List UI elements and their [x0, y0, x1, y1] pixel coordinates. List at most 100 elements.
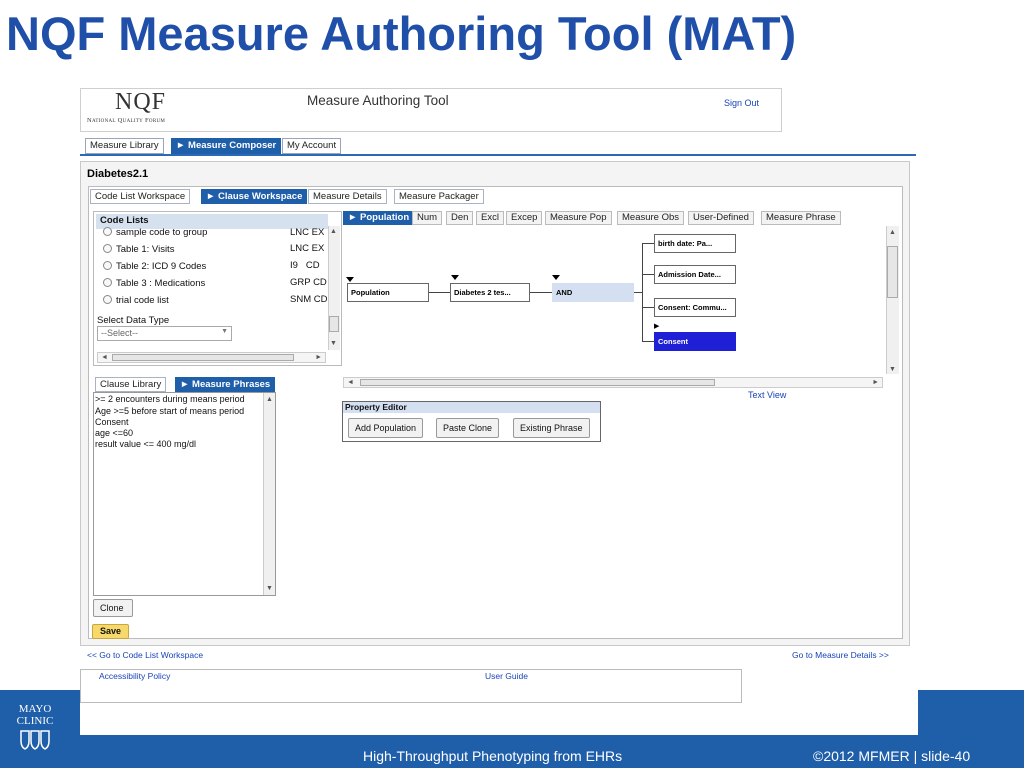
- code-list-code: SNM CD: [290, 294, 328, 305]
- code-category: CD: [313, 294, 328, 305]
- code-list-item[interactable]: Table 2: ICD 9 Codes: [103, 261, 206, 272]
- mayo-clinic-logo: MAYO CLINIC: [6, 703, 64, 754]
- phrases-scrollbar[interactable]: [263, 393, 275, 595]
- expand-toggle-icon[interactable]: [552, 275, 560, 280]
- accessibility-policy-link[interactable]: Accessibility Policy: [99, 671, 170, 681]
- tree-node-consent-selected[interactable]: Consent: [654, 332, 736, 351]
- code-system: SNM: [290, 294, 312, 305]
- property-editor-title: Property Editor: [343, 402, 600, 413]
- nav-divider: [80, 154, 916, 156]
- tab-measure-packager[interactable]: Measure Packager: [394, 189, 484, 204]
- tree-node-consent-commu[interactable]: Consent: Commu...: [654, 298, 736, 317]
- tab-measure-composer[interactable]: ► Measure Composer: [171, 138, 282, 154]
- code-list-code: LNC EX: [290, 243, 324, 254]
- scroll-right-icon[interactable]: ►: [872, 379, 879, 387]
- scroll-right-icon[interactable]: ►: [315, 354, 322, 362]
- tab-measure-phrases[interactable]: ► Measure Phrases: [175, 377, 276, 392]
- tab-excep[interactable]: Excep: [506, 211, 543, 225]
- expand-toggle-icon[interactable]: [346, 277, 354, 282]
- tab-population[interactable]: ► Population: [343, 211, 415, 225]
- scroll-up-icon[interactable]: ▲: [889, 229, 896, 237]
- scroll-down-icon[interactable]: ▼: [266, 585, 273, 593]
- scroll-left-icon[interactable]: ◄: [101, 354, 108, 362]
- tree-node-and[interactable]: AND: [552, 283, 634, 302]
- tab-num[interactable]: Num: [412, 211, 443, 225]
- tab-my-account[interactable]: My Account: [282, 138, 342, 154]
- tree-node-birth-date[interactable]: birth date: Pa...: [654, 234, 736, 253]
- measure-phrases-list: >= 2 encounters during means period Age …: [93, 392, 276, 596]
- clone-button[interactable]: Clone: [93, 599, 133, 617]
- sign-out-link[interactable]: Sign Out: [724, 98, 759, 108]
- scroll-thumb[interactable]: [112, 354, 294, 361]
- tab-measure-library[interactable]: Measure Library: [85, 138, 164, 154]
- phrase-item[interactable]: result value <= 400 mg/dl: [95, 439, 196, 450]
- nqf-logo-subtitle: National Quality Forum: [87, 117, 166, 124]
- code-category: CD: [313, 277, 327, 288]
- tab-den[interactable]: Den: [446, 211, 474, 225]
- code-list-item[interactable]: Table 3 : Medications: [103, 278, 205, 289]
- brand-corner: [918, 690, 1024, 735]
- caret-right-icon[interactable]: ▶: [654, 322, 659, 330]
- scroll-thumb[interactable]: [329, 316, 339, 332]
- code-list-name: sample code to group: [116, 227, 208, 238]
- go-to-code-list-link[interactable]: << Go to Code List Workspace: [87, 650, 203, 660]
- code-list-code: I9 CD: [290, 260, 320, 271]
- footer-copyright: ©2012 MFMER | slide-40: [813, 748, 971, 764]
- radio-button[interactable]: [103, 244, 112, 253]
- scroll-down-icon[interactable]: ▼: [889, 366, 896, 374]
- text-view-link[interactable]: Text View: [748, 390, 786, 400]
- code-list-code: LNC EX: [290, 227, 324, 238]
- phrase-item[interactable]: age <=60: [95, 428, 133, 439]
- code-list-name: Table 1: Visits: [116, 244, 175, 255]
- data-type-select[interactable]: --Select-- ▼: [97, 326, 232, 341]
- scroll-up-icon[interactable]: ▲: [266, 396, 273, 404]
- add-population-button[interactable]: Add Population: [348, 418, 424, 438]
- measure-name: Diabetes2.1: [87, 168, 149, 180]
- radio-button[interactable]: [103, 278, 112, 287]
- radio-button[interactable]: [103, 261, 112, 270]
- go-to-measure-details-link[interactable]: Go to Measure Details >>: [792, 650, 889, 660]
- radio-button[interactable]: [103, 295, 112, 304]
- tree-node-admission-date[interactable]: Admission Date...: [654, 265, 736, 284]
- phrase-item[interactable]: >= 2 encounters during means period: [95, 394, 245, 405]
- scroll-thumb[interactable]: [887, 246, 898, 298]
- tab-clause-library[interactable]: Clause Library: [95, 377, 167, 392]
- tab-excl[interactable]: Excl: [476, 211, 504, 225]
- scroll-up-icon[interactable]: ▲: [330, 228, 337, 236]
- tab-measure-pop[interactable]: Measure Pop: [545, 211, 612, 225]
- expand-toggle-icon[interactable]: [451, 275, 459, 280]
- code-category: EX: [311, 243, 325, 254]
- scroll-thumb[interactable]: [360, 379, 715, 386]
- code-lists-hscrollbar[interactable]: ◄ ►: [97, 352, 326, 363]
- phrase-item[interactable]: Age >=5 before start of means period: [95, 406, 244, 417]
- tab-user-defined[interactable]: User-Defined: [688, 211, 754, 225]
- tree-node-diabetes[interactable]: Diabetes 2 tes...: [450, 283, 530, 302]
- paste-clone-button[interactable]: Paste Clone: [436, 418, 500, 438]
- slide-title: NQF Measure Authoring Tool (MAT): [6, 7, 797, 60]
- tree-connector: [634, 292, 642, 293]
- clause-tree-hscrollbar[interactable]: ◄ ►: [343, 377, 883, 388]
- scroll-down-icon[interactable]: ▼: [330, 340, 337, 348]
- tree-connector: [642, 307, 654, 308]
- save-button[interactable]: Save: [92, 624, 130, 639]
- radio-button[interactable]: [103, 227, 112, 236]
- tab-measure-obs[interactable]: Measure Obs: [617, 211, 685, 225]
- tab-code-list-workspace[interactable]: Code List Workspace: [90, 189, 191, 204]
- tab-measure-phrase[interactable]: Measure Phrase: [761, 211, 841, 225]
- tree-connector: [642, 341, 654, 342]
- code-list-item[interactable]: sample code to group: [103, 227, 207, 238]
- code-list-item[interactable]: trial code list: [103, 295, 169, 306]
- user-guide-link[interactable]: User Guide: [485, 671, 528, 681]
- brand-line2: CLINIC: [16, 715, 54, 727]
- tab-clause-workspace[interactable]: ► Clause Workspace: [201, 189, 308, 204]
- tree-connector: [530, 292, 552, 293]
- nqf-logo: NQF: [115, 89, 167, 115]
- code-list-name: Table 2: ICD 9 Codes: [116, 261, 207, 272]
- tree-node-population[interactable]: Population: [347, 283, 429, 302]
- code-list-item[interactable]: Table 1: Visits: [103, 244, 174, 255]
- existing-phrase-button[interactable]: Existing Phrase: [513, 418, 590, 438]
- tab-measure-details[interactable]: Measure Details: [308, 189, 387, 204]
- scroll-left-icon[interactable]: ◄: [347, 379, 354, 387]
- phrase-item[interactable]: Consent: [95, 417, 129, 428]
- tree-connector: [429, 292, 450, 293]
